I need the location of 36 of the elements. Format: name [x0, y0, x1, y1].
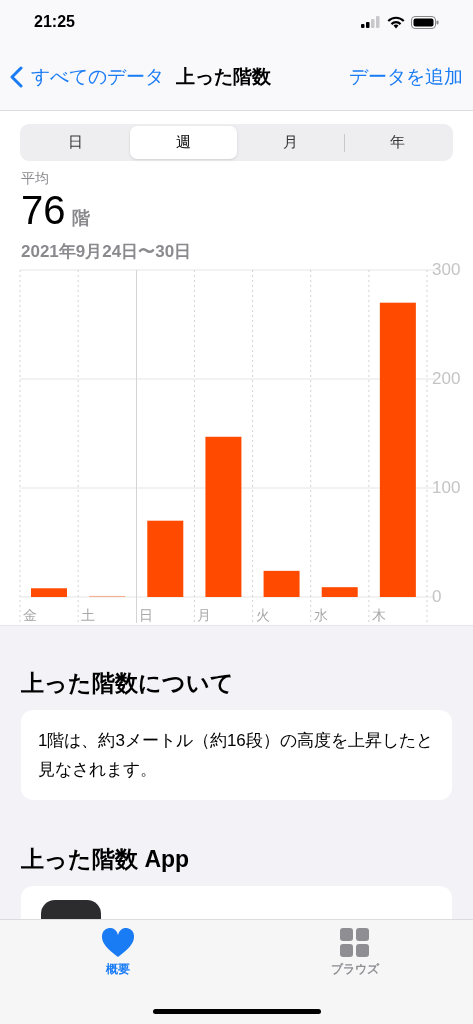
axis-label: 火 — [255, 606, 270, 624]
axis-label: 日 — [139, 606, 154, 624]
segment-tab[interactable]: 週 — [130, 126, 237, 159]
section-heading: 上った階数 App — [21, 845, 191, 874]
date-range: 2021年9月24日〜30日 — [21, 241, 193, 263]
status-time: 21:25 — [34, 12, 75, 32]
tab-bar-item[interactable]: 概要 — [0, 928, 237, 978]
bar — [321, 587, 358, 597]
wifi-icon — [387, 15, 405, 29]
page-title: 上った階数 — [176, 64, 271, 89]
axis-label: 木 — [371, 606, 386, 624]
axis-label: 月 — [197, 606, 212, 624]
segment-tab[interactable]: 日 — [22, 126, 130, 159]
axis-label: 300 — [432, 260, 461, 280]
axis-label: 土 — [81, 606, 96, 624]
bar — [31, 588, 67, 597]
unit-label: 階 — [71, 207, 90, 230]
info-card: 1階は、約3メートル（約16段）の高度を上昇したと見なされます。 — [21, 710, 452, 800]
section-heading: 上った階数について — [21, 669, 235, 698]
bar — [263, 570, 300, 597]
chevron-left-icon — [10, 66, 23, 88]
heart-icon — [101, 928, 136, 958]
grid-icon — [338, 928, 371, 958]
add-data-button[interactable]: データを追加 — [349, 62, 463, 92]
axis-label: 100 — [432, 478, 461, 498]
signal-icon — [361, 16, 381, 28]
axis-label: 水 — [313, 606, 328, 624]
segment-tab[interactable]: 年 — [344, 126, 451, 159]
axis-label: 金 — [23, 606, 37, 624]
axis-label: 200 — [432, 369, 461, 389]
average-label: 平均 — [21, 169, 50, 188]
back-button[interactable]: すべてのデータ — [10, 62, 164, 92]
battery-icon — [411, 15, 439, 29]
axis-label: 0 — [432, 587, 442, 607]
segment-tab[interactable]: 月 — [237, 126, 344, 159]
average-value: 76 — [21, 188, 66, 232]
